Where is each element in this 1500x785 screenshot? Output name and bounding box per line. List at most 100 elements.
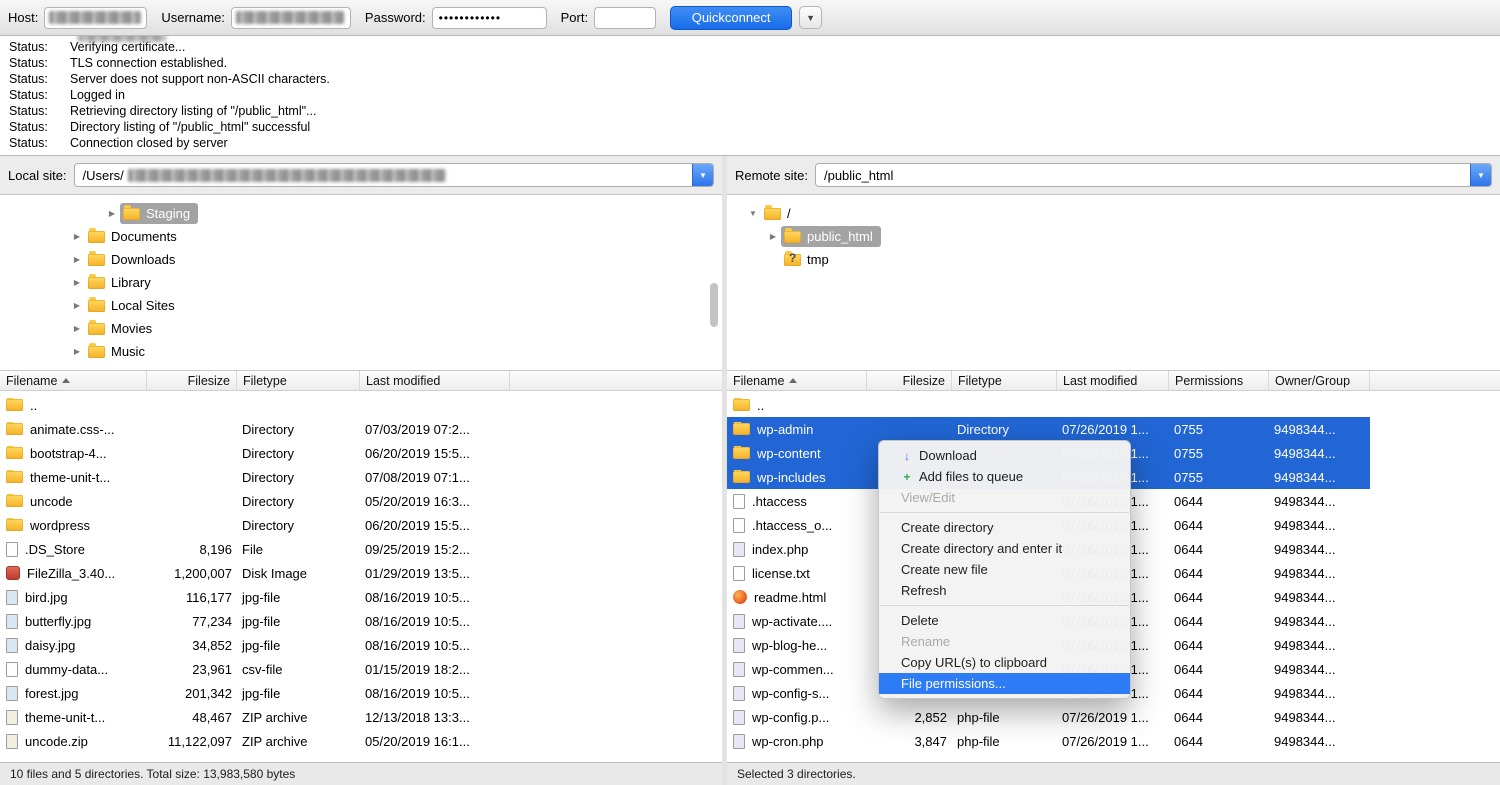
column-header-filename[interactable]: Filename bbox=[0, 371, 147, 390]
local-file-list: ..animate.css-...Directory07/03/2019 07:… bbox=[0, 391, 722, 762]
file-row-wp-admin[interactable]: wp-adminDirectory07/26/2019 1...07559498… bbox=[727, 417, 1370, 441]
port-input[interactable] bbox=[594, 7, 656, 29]
file-name: daisy.jpg bbox=[25, 638, 75, 653]
file-row-animate-css[interactable]: animate.css-...Directory07/03/2019 07:2.… bbox=[0, 417, 722, 441]
log-entry: Status:Retrieving directory listing of "… bbox=[0, 103, 1500, 119]
file-row-theme-unit-t[interactable]: theme-unit-t...48,467ZIP archive12/13/20… bbox=[0, 705, 722, 729]
remote-site-dropdown-button[interactable]: ▼ bbox=[1470, 164, 1491, 186]
expand-arrow-icon[interactable]: ▶ bbox=[69, 278, 85, 287]
file-row-forest-jpg[interactable]: forest.jpg201,342jpg-file08/16/2019 10:5… bbox=[0, 681, 722, 705]
port-label: Port: bbox=[561, 10, 588, 25]
local-site-combo[interactable]: /Users/ ▼ bbox=[74, 163, 714, 187]
context-menu: ↓Download+Add files to queueView/EditCre… bbox=[878, 440, 1131, 699]
file-icon bbox=[733, 494, 745, 509]
log-status-label: Status: bbox=[0, 135, 70, 151]
local-site-label: Local site: bbox=[8, 168, 67, 183]
folder-icon bbox=[764, 208, 781, 220]
column-header-filename[interactable]: Filename bbox=[727, 371, 867, 390]
tree-item-downloads[interactable]: ▶Downloads bbox=[0, 248, 722, 271]
remote-site-combo[interactable]: /public_html ▼ bbox=[815, 163, 1492, 187]
menu-item-add-files-to-queue[interactable]: +Add files to queue bbox=[879, 466, 1130, 487]
file-row-wordpress[interactable]: wordpressDirectory06/20/2019 15:5... bbox=[0, 513, 722, 537]
expand-arrow-icon[interactable]: ▶ bbox=[69, 324, 85, 333]
file-name: index.php bbox=[752, 542, 808, 557]
menu-item-label: Refresh bbox=[901, 583, 947, 598]
column-header-last-modified[interactable]: Last modified bbox=[1057, 371, 1169, 390]
php-icon bbox=[733, 662, 745, 677]
tree-item-staging[interactable]: ▶ Staging bbox=[0, 202, 722, 225]
file-row-filezilla-3-40[interactable]: FileZilla_3.40...1,200,007Disk Image01/2… bbox=[0, 561, 722, 585]
expand-arrow-icon[interactable]: ▶ bbox=[69, 255, 85, 264]
quickconnect-button[interactable]: Quickconnect bbox=[670, 6, 792, 30]
expand-arrow-icon[interactable]: ▶ bbox=[69, 301, 85, 310]
tree-item-tmp[interactable]: ?tmp bbox=[727, 248, 1500, 271]
column-header-last-modified[interactable]: Last modified bbox=[360, 371, 510, 390]
file-row-theme-unit-t[interactable]: theme-unit-t...Directory07/08/2019 07:1.… bbox=[0, 465, 722, 489]
tree-item-local-sites[interactable]: ▶Local Sites bbox=[0, 294, 722, 317]
username-input[interactable] bbox=[231, 7, 351, 29]
local-status-text: 10 files and 5 directories. Total size: … bbox=[10, 767, 295, 781]
folder-icon bbox=[88, 346, 105, 358]
remote-status-text: Selected 3 directories. bbox=[737, 767, 856, 781]
local-site-path: /Users/ bbox=[83, 168, 124, 183]
file-name: wp-blog-he... bbox=[752, 638, 827, 653]
host-input[interactable] bbox=[44, 7, 147, 29]
question-mark-icon: ? bbox=[789, 251, 796, 265]
file-row-butterfly-jpg[interactable]: butterfly.jpg77,234jpg-file08/16/2019 10… bbox=[0, 609, 722, 633]
column-header-permissions[interactable]: Permissions bbox=[1169, 371, 1269, 390]
file-name: .htaccess_o... bbox=[752, 518, 832, 533]
file-row-dummy-data[interactable]: dummy-data...23,961csv-file01/15/2019 18… bbox=[0, 657, 722, 681]
tree-item-public-html[interactable]: ▶public_html bbox=[727, 225, 1500, 248]
column-header-owner-group[interactable]: Owner/Group bbox=[1269, 371, 1370, 390]
column-header-filesize[interactable]: Filesize bbox=[867, 371, 952, 390]
menu-item-delete[interactable]: Delete bbox=[879, 610, 1130, 631]
file-name: license.txt bbox=[752, 566, 810, 581]
tree-item-music[interactable]: ▶Music bbox=[0, 340, 722, 363]
tree-item-documents[interactable]: ▶Documents bbox=[0, 225, 722, 248]
tree-item-library[interactable]: ▶Library bbox=[0, 271, 722, 294]
file-row-daisy-jpg[interactable]: daisy.jpg34,852jpg-file08/16/2019 10:5..… bbox=[0, 633, 722, 657]
tree-item-[interactable]: ▼/ bbox=[727, 202, 1500, 225]
expand-arrow-icon[interactable]: ▶ bbox=[765, 232, 781, 241]
menu-item-download[interactable]: ↓Download bbox=[879, 445, 1130, 466]
file-name: bird.jpg bbox=[25, 590, 68, 605]
menu-item-create-new-file[interactable]: Create new file bbox=[879, 559, 1130, 580]
collapse-arrow-icon[interactable]: ▼ bbox=[745, 209, 761, 218]
menu-item-create-directory[interactable]: Create directory bbox=[879, 517, 1130, 538]
redacted-local-path bbox=[128, 169, 446, 182]
file-row-bootstrap-4[interactable]: bootstrap-4...Directory06/20/2019 15:5..… bbox=[0, 441, 722, 465]
menu-item-file-permissions[interactable]: File permissions... bbox=[879, 673, 1130, 694]
log-message: Connection closed by server bbox=[70, 135, 228, 151]
log-entry: Status:Directory listing of "/public_htm… bbox=[0, 119, 1500, 135]
column-header-filesize[interactable]: Filesize bbox=[147, 371, 237, 390]
local-site-dropdown-button[interactable]: ▼ bbox=[692, 164, 713, 186]
menu-item-refresh[interactable]: Refresh bbox=[879, 580, 1130, 601]
file-row-[interactable]: .. bbox=[0, 393, 722, 417]
file-row-uncode[interactable]: uncodeDirectory05/20/2019 16:3... bbox=[0, 489, 722, 513]
menu-item-copy-url-s-to-clipboard[interactable]: Copy URL(s) to clipboard bbox=[879, 652, 1130, 673]
menu-item-label: Download bbox=[919, 448, 977, 463]
folder-icon bbox=[88, 277, 105, 289]
file-row-bird-jpg[interactable]: bird.jpg116,177jpg-file08/16/2019 10:5..… bbox=[0, 585, 722, 609]
tree-item-name: Staging bbox=[146, 206, 190, 221]
password-input[interactable] bbox=[432, 7, 547, 29]
log-status-label: Status: bbox=[0, 119, 70, 135]
tree-item-movies[interactable]: ▶Movies bbox=[0, 317, 722, 340]
menu-item-create-directory-and-enter-it[interactable]: Create directory and enter it bbox=[879, 538, 1130, 559]
expand-arrow-icon[interactable]: ▶ bbox=[69, 232, 85, 241]
file-row-[interactable]: .. bbox=[727, 393, 1370, 417]
file-row-wp-config-p[interactable]: wp-config.p...2,852php-file07/26/2019 1.… bbox=[727, 705, 1370, 729]
php-icon bbox=[733, 734, 745, 749]
scrollbar-thumb[interactable] bbox=[710, 283, 718, 327]
column-header-filetype[interactable]: Filetype bbox=[952, 371, 1057, 390]
file-row-wp-cron-php[interactable]: wp-cron.php3,847php-file07/26/2019 1...0… bbox=[727, 729, 1370, 753]
log-entry: Status:Connection closed by server bbox=[0, 135, 1500, 151]
file-row-ds-store[interactable]: .DS_Store8,196File09/25/2019 15:2... bbox=[0, 537, 722, 561]
column-header-filetype[interactable]: Filetype bbox=[237, 371, 360, 390]
expand-arrow-icon[interactable]: ▶ bbox=[69, 347, 85, 356]
quickconnect-dropdown-button[interactable]: ▼ bbox=[799, 6, 822, 29]
file-row-uncode-zip[interactable]: uncode.zip11,122,097ZIP archive05/20/201… bbox=[0, 729, 722, 753]
file-name: theme-unit-t... bbox=[30, 470, 110, 485]
file-icon bbox=[733, 518, 745, 533]
expand-arrow-icon[interactable]: ▶ bbox=[104, 209, 120, 218]
